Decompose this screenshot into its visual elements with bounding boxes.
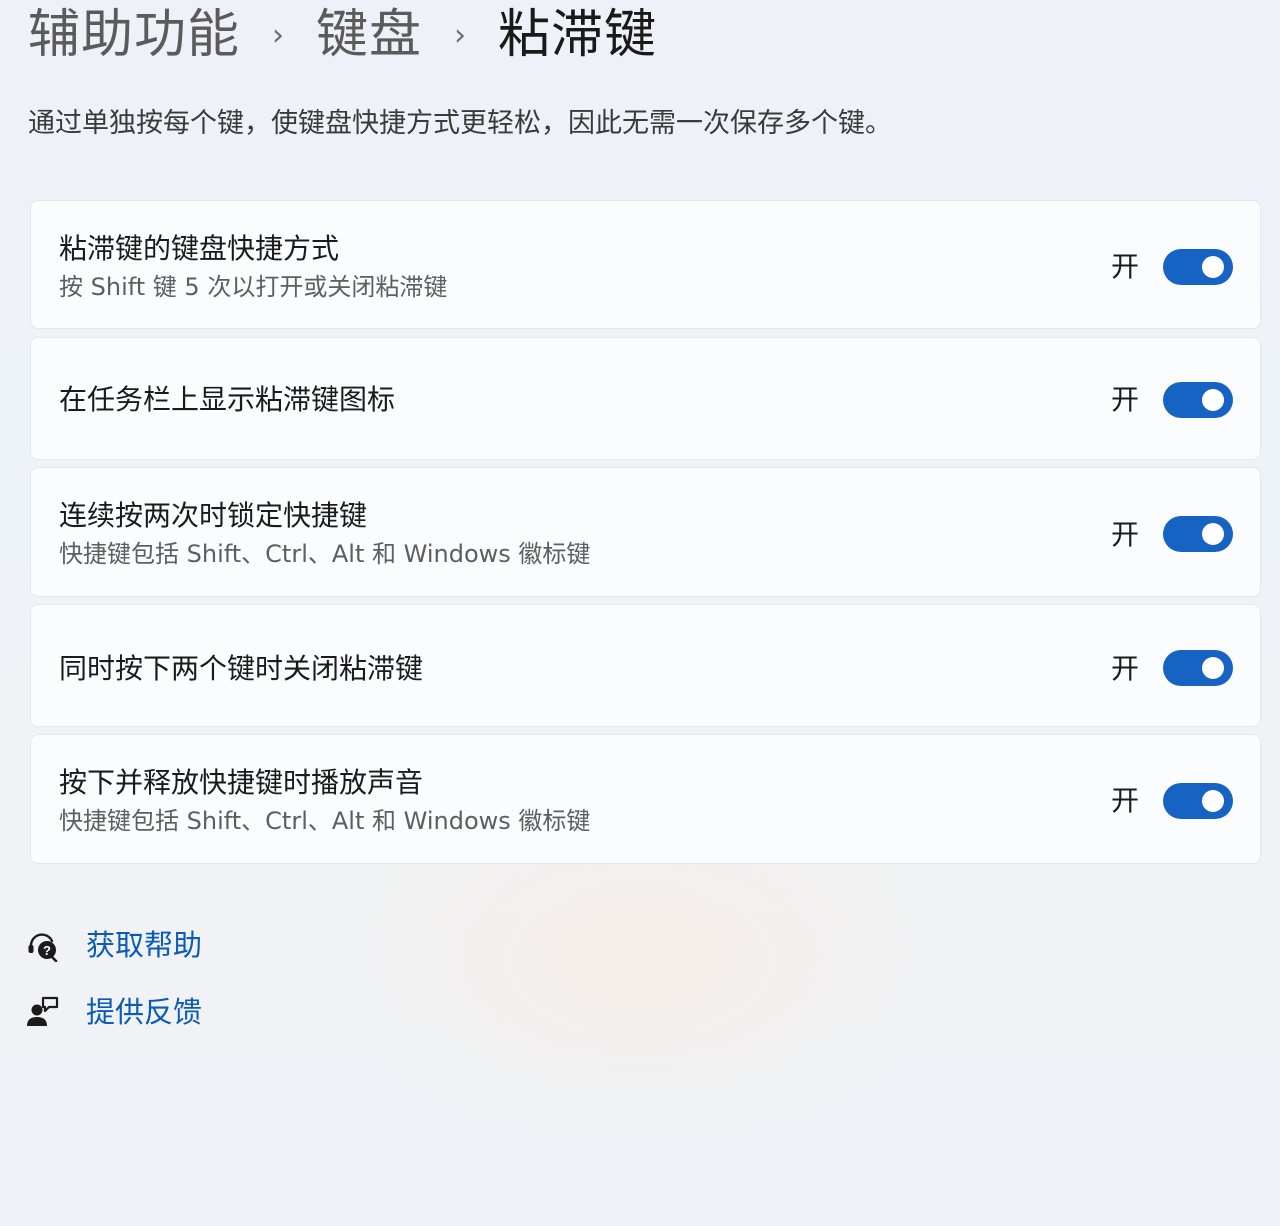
setting-card-play-sound: 按下并释放快捷键时播放声音 快捷键包括 Shift、Ctrl、Alt 和 Win… — [30, 734, 1261, 864]
setting-subtitle: 按 Shift 键 5 次以打开或关闭粘滞键 — [59, 273, 448, 301]
setting-title: 同时按下两个键时关闭粘滞键 — [59, 652, 424, 685]
setting-card-taskbar-icon: 在任务栏上显示粘滞键图标 开 — [30, 337, 1261, 460]
get-help-label[interactable]: 获取帮助 — [86, 926, 202, 964]
toggle-state-label: 开 — [1111, 518, 1140, 551]
breadcrumb-item-keyboard[interactable]: 键盘 — [316, 5, 422, 65]
page-description: 通过单独按每个键，使键盘快捷方式更轻松，因此无需一次保存多个键。 — [28, 108, 892, 139]
shortcut-toggle[interactable] — [1163, 249, 1233, 285]
play-sound-toggle[interactable] — [1163, 783, 1233, 819]
turn-off-toggle[interactable] — [1163, 650, 1233, 686]
toggle-knob — [1202, 256, 1224, 278]
toggle-knob — [1202, 389, 1224, 411]
setting-title: 在任务栏上显示粘滞键图标 — [59, 383, 396, 416]
lock-modifier-toggle[interactable] — [1163, 516, 1233, 552]
setting-subtitle: 快捷键包括 Shift、Ctrl、Alt 和 Windows 徽标键 — [59, 807, 591, 835]
chevron-right-icon: › — [454, 17, 467, 53]
breadcrumb: 辅助功能 › 键盘 › 粘滞键 — [28, 0, 657, 70]
setting-card-turn-off: 同时按下两个键时关闭粘滞键 开 — [30, 604, 1261, 727]
breadcrumb-item-accessibility[interactable]: 辅助功能 — [28, 5, 240, 65]
toggle-state-label: 开 — [1111, 250, 1140, 283]
get-help-link[interactable]: ? 获取帮助 — [26, 926, 202, 964]
give-feedback-link[interactable]: 提供反馈 — [26, 993, 202, 1031]
toggle-state-label: 开 — [1111, 784, 1140, 817]
toggle-state-label: 开 — [1111, 383, 1140, 416]
setting-card-shortcut: 粘滞键的键盘快捷方式 按 Shift 键 5 次以打开或关闭粘滞键 开 — [30, 200, 1261, 329]
toggle-knob — [1202, 657, 1224, 679]
setting-title: 粘滞键的键盘快捷方式 — [59, 232, 340, 265]
chevron-right-icon: › — [272, 17, 285, 53]
page-title: 粘滞键 — [498, 5, 658, 65]
help-icon: ? — [26, 928, 60, 963]
setting-subtitle: 快捷键包括 Shift、Ctrl、Alt 和 Windows 徽标键 — [59, 540, 591, 568]
setting-title: 按下并释放快捷键时播放声音 — [59, 766, 424, 799]
taskbar-icon-toggle[interactable] — [1163, 382, 1233, 418]
setting-title: 连续按两次时锁定快捷键 — [59, 499, 368, 532]
feedback-icon — [26, 995, 60, 1029]
give-feedback-label[interactable]: 提供反馈 — [86, 993, 202, 1031]
toggle-knob — [1202, 790, 1224, 812]
toggle-knob — [1202, 523, 1224, 545]
toggle-state-label: 开 — [1111, 652, 1140, 685]
setting-card-lock-modifier: 连续按两次时锁定快捷键 快捷键包括 Shift、Ctrl、Alt 和 Windo… — [30, 467, 1261, 597]
svg-text:?: ? — [43, 943, 51, 958]
